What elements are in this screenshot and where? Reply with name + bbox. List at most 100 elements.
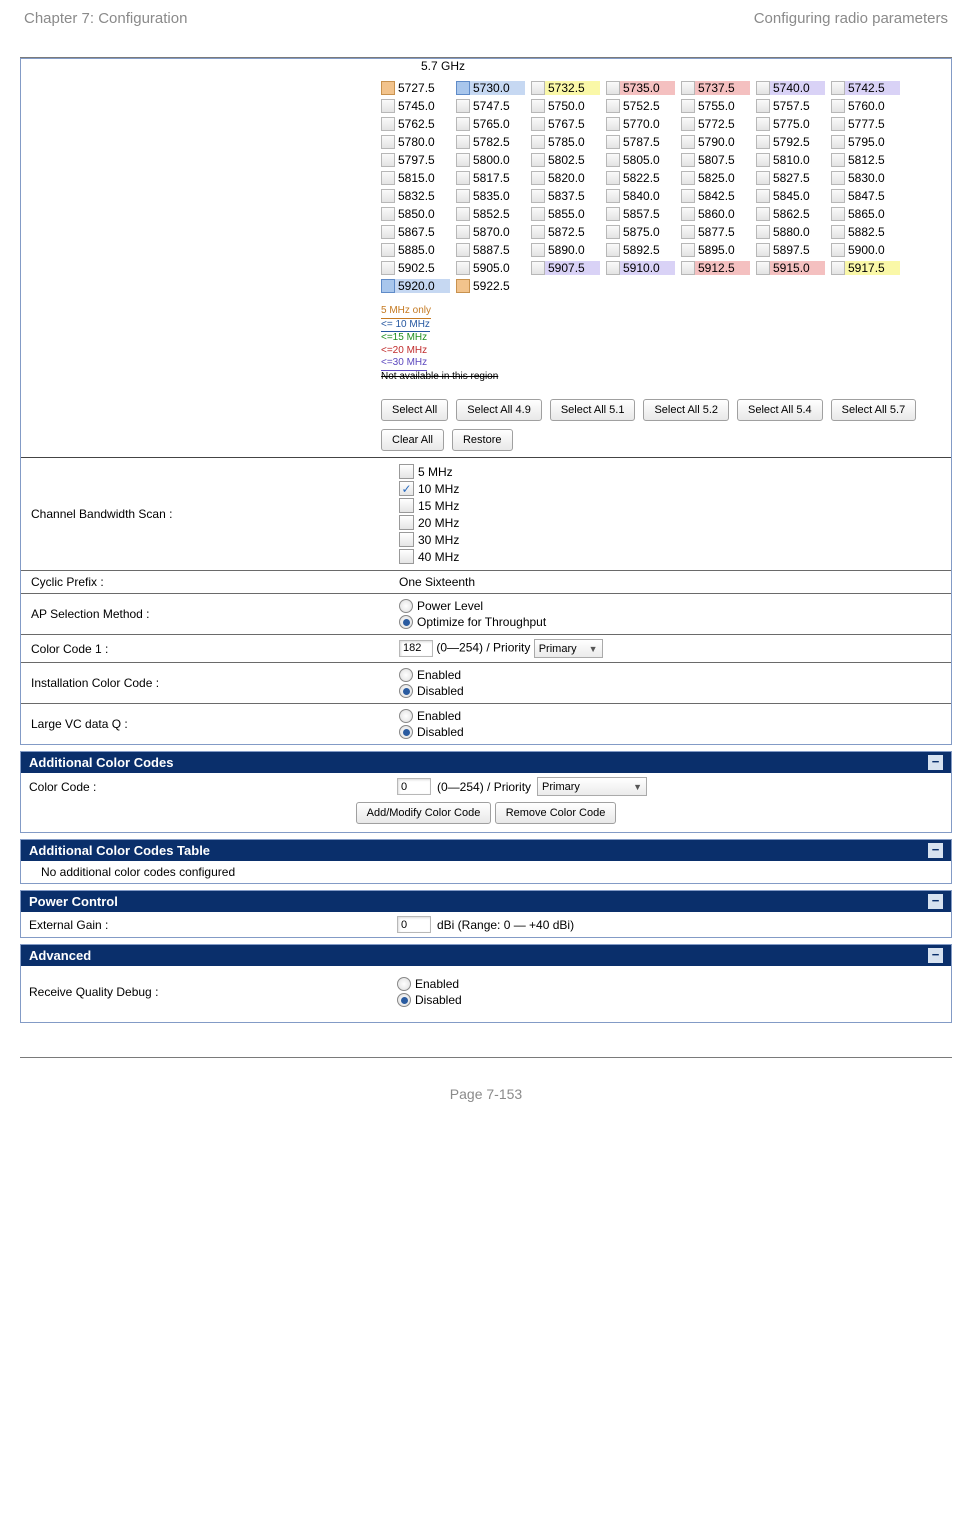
freq-checkbox[interactable] [681,153,695,167]
freq-option[interactable]: 5902.5 [381,261,450,275]
freq-checkbox[interactable] [606,261,620,275]
freq-checkbox[interactable] [831,225,845,239]
freq-option[interactable]: 5845.0 [756,189,825,203]
freq-checkbox[interactable] [531,99,545,113]
freq-option[interactable]: 5740.0 [756,81,825,95]
freq-checkbox[interactable] [531,171,545,185]
freq-option[interactable]: 5850.0 [381,207,450,221]
freq-checkbox[interactable] [531,135,545,149]
freq-option[interactable]: 5852.5 [456,207,525,221]
freq-checkbox[interactable] [456,225,470,239]
freq-checkbox[interactable] [756,207,770,221]
freq-option[interactable]: 5775.0 [756,117,825,131]
icc-radio-enabled[interactable] [399,668,413,682]
cbw-checkbox[interactable] [399,464,414,479]
cbw-option[interactable]: 40 MHz [399,549,943,564]
collapse-icon[interactable]: − [928,843,943,858]
freq-option[interactable]: 5912.5 [681,261,750,275]
freq-checkbox[interactable] [531,153,545,167]
freq-option[interactable]: 5750.0 [531,99,600,113]
freq-option[interactable]: 5897.5 [756,243,825,257]
select-all-52-button[interactable]: Select All 5.2 [643,399,729,421]
freq-checkbox[interactable] [681,207,695,221]
freq-option[interactable]: 5872.5 [531,225,600,239]
freq-option[interactable]: 5762.5 [381,117,450,131]
freq-option[interactable]: 5810.0 [756,153,825,167]
freq-checkbox[interactable] [681,99,695,113]
freq-checkbox[interactable] [381,153,395,167]
select-all-57-button[interactable]: Select All 5.7 [831,399,917,421]
cbw-option[interactable]: 20 MHz [399,515,943,530]
freq-checkbox[interactable] [606,135,620,149]
freq-option[interactable]: 5805.0 [606,153,675,167]
select-all-button[interactable]: Select All [381,399,448,421]
select-all-54-button[interactable]: Select All 5.4 [737,399,823,421]
collapse-icon[interactable]: − [928,755,943,770]
freq-checkbox[interactable] [381,189,395,203]
apsel-radio-throughput[interactable] [399,615,413,629]
freq-option[interactable]: 5730.0 [456,81,525,95]
freq-option[interactable]: 5905.0 [456,261,525,275]
external-gain-input[interactable] [397,916,431,933]
freq-option[interactable]: 5772.5 [681,117,750,131]
freq-option[interactable]: 5817.5 [456,171,525,185]
freq-option[interactable]: 5830.0 [831,171,900,185]
freq-option[interactable]: 5907.5 [531,261,600,275]
freq-checkbox[interactable] [831,243,845,257]
freq-checkbox[interactable] [681,135,695,149]
freq-checkbox[interactable] [681,243,695,257]
cbw-checkbox[interactable] [399,515,414,530]
freq-option[interactable]: 5822.5 [606,171,675,185]
freq-option[interactable]: 5892.5 [606,243,675,257]
freq-checkbox[interactable] [681,261,695,275]
freq-option[interactable]: 5867.5 [381,225,450,239]
freq-option[interactable]: 5732.5 [531,81,600,95]
freq-checkbox[interactable] [831,135,845,149]
freq-checkbox[interactable] [456,243,470,257]
freq-checkbox[interactable] [606,153,620,167]
freq-option[interactable]: 5835.0 [456,189,525,203]
freq-checkbox[interactable] [381,117,395,131]
freq-checkbox[interactable] [381,207,395,221]
freq-option[interactable]: 5802.5 [531,153,600,167]
freq-option[interactable]: 5840.0 [606,189,675,203]
freq-checkbox[interactable] [456,153,470,167]
freq-checkbox[interactable] [606,189,620,203]
freq-option[interactable]: 5890.0 [531,243,600,257]
collapse-icon[interactable]: − [928,948,943,963]
freq-option[interactable]: 5832.5 [381,189,450,203]
cbw-option[interactable]: 15 MHz [399,498,943,513]
freq-checkbox[interactable] [531,117,545,131]
freq-option[interactable]: 5737.5 [681,81,750,95]
freq-checkbox[interactable] [381,243,395,257]
freq-checkbox[interactable] [606,225,620,239]
freq-checkbox[interactable] [456,81,470,95]
freq-checkbox[interactable] [756,243,770,257]
freq-option[interactable]: 5825.0 [681,171,750,185]
freq-option[interactable]: 5807.5 [681,153,750,167]
freq-checkbox[interactable] [456,261,470,275]
freq-checkbox[interactable] [756,135,770,149]
freq-option[interactable]: 5820.0 [531,171,600,185]
freq-checkbox[interactable] [456,171,470,185]
remove-color-code-button[interactable]: Remove Color Code [495,802,617,824]
freq-option[interactable]: 5837.5 [531,189,600,203]
freq-checkbox[interactable] [831,189,845,203]
freq-option[interactable]: 5742.5 [831,81,900,95]
freq-option[interactable]: 5895.0 [681,243,750,257]
freq-checkbox[interactable] [381,135,395,149]
freq-option[interactable]: 5882.5 [831,225,900,239]
freq-checkbox[interactable] [606,99,620,113]
freq-option[interactable]: 5877.5 [681,225,750,239]
freq-option[interactable]: 5787.5 [606,135,675,149]
freq-option[interactable]: 5780.0 [381,135,450,149]
freq-option[interactable]: 5752.5 [606,99,675,113]
freq-checkbox[interactable] [831,261,845,275]
freq-checkbox[interactable] [756,153,770,167]
freq-checkbox[interactable] [381,171,395,185]
freq-checkbox[interactable] [456,279,470,293]
freq-option[interactable]: 5795.0 [831,135,900,149]
freq-checkbox[interactable] [381,261,395,275]
freq-option[interactable]: 5735.0 [606,81,675,95]
freq-option[interactable]: 5862.5 [756,207,825,221]
